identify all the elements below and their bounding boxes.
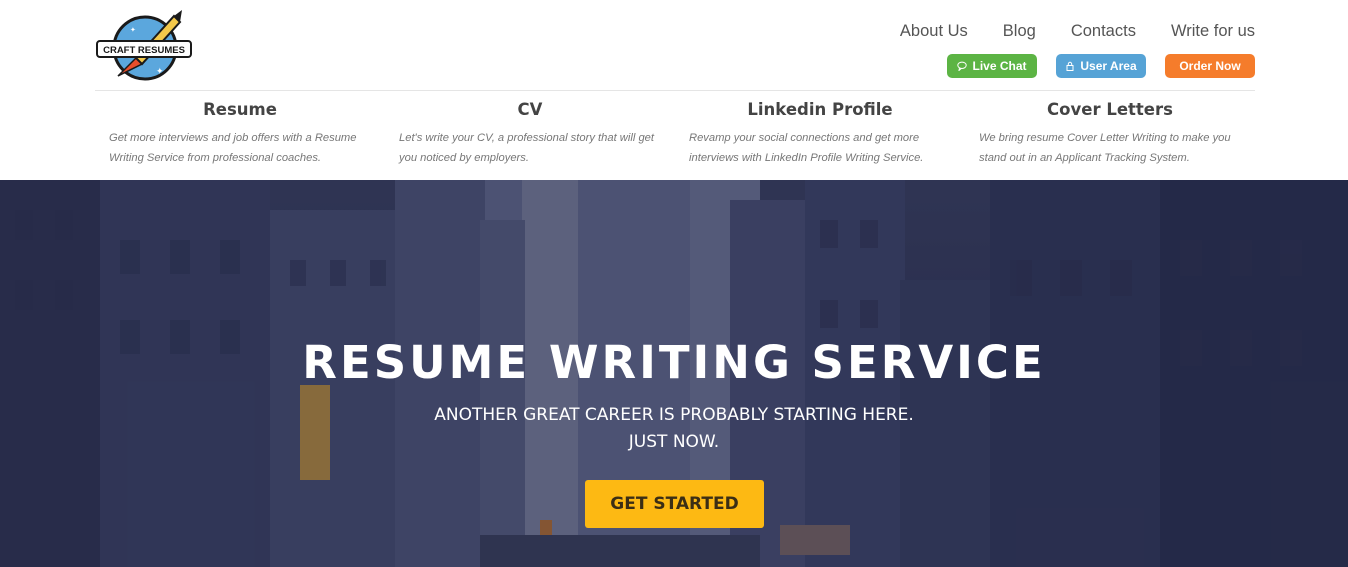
service-cover-letters[interactable]: Cover Letters We bring resume Cover Lett… — [965, 100, 1255, 168]
hero-subtitle-line2: JUST NOW. — [628, 432, 720, 452]
nav-write-for-us[interactable]: Write for us — [1171, 22, 1255, 41]
service-title[interactable]: CV — [399, 100, 661, 119]
nav-contacts[interactable]: Contacts — [1071, 22, 1136, 41]
service-cv[interactable]: CV Let's write your CV, a professional s… — [385, 100, 675, 168]
logo-text: CRAFT RESUMES — [103, 45, 185, 56]
service-description: Revamp your social connections and get m… — [689, 132, 924, 164]
header-divider — [95, 90, 1255, 91]
live-chat-button[interactable]: Live Chat — [947, 54, 1037, 78]
service-description: Get more interviews and job offers with … — [109, 132, 357, 164]
get-started-button[interactable]: GET STARTED — [585, 480, 764, 528]
order-now-label: Order Now — [1179, 59, 1241, 73]
service-description: Let's write your CV, a professional stor… — [399, 132, 654, 164]
service-linkedin-profile[interactable]: Linkedin Profile Revamp your social conn… — [675, 100, 965, 168]
hero-title: RESUME WRITING SERVICE — [302, 336, 1046, 389]
nav-blog[interactable]: Blog — [1003, 22, 1036, 41]
services-menu: Resume Get more interviews and job offer… — [95, 100, 1255, 168]
user-area-label: User Area — [1080, 59, 1137, 73]
hero-subtitle: ANOTHER GREAT CAREER IS PROBABLY STARTIN… — [0, 402, 1348, 456]
svg-text:✦: ✦ — [130, 26, 136, 34]
order-now-button[interactable]: Order Now — [1165, 54, 1255, 78]
svg-text:✦: ✦ — [156, 67, 164, 77]
lock-icon — [1065, 61, 1075, 71]
chat-bubble-icon — [957, 61, 968, 71]
service-title[interactable]: Resume — [109, 100, 371, 119]
service-description: We bring resume Cover Letter Writing to … — [979, 132, 1231, 164]
site-header: ✦ ✦ CRAFT RESUMES About Us Blog Contacts… — [0, 0, 1348, 180]
craft-resumes-logo[interactable]: ✦ ✦ CRAFT RESUMES — [96, 8, 192, 82]
service-title[interactable]: Linkedin Profile — [689, 100, 951, 119]
hero-banner: RESUME WRITING SERVICE ANOTHER GREAT CAR… — [0, 180, 1348, 567]
top-navigation: About Us Blog Contacts Write for us — [900, 22, 1255, 41]
service-resume[interactable]: Resume Get more interviews and job offer… — [95, 100, 385, 168]
hero-subtitle-line1: ANOTHER GREAT CAREER IS PROBABLY STARTIN… — [434, 405, 914, 425]
nav-about-us[interactable]: About Us — [900, 22, 968, 41]
header-actions: Live Chat User Area Order Now — [947, 54, 1255, 78]
user-area-button[interactable]: User Area — [1056, 54, 1146, 78]
service-title[interactable]: Cover Letters — [979, 100, 1241, 119]
live-chat-label: Live Chat — [972, 59, 1027, 73]
